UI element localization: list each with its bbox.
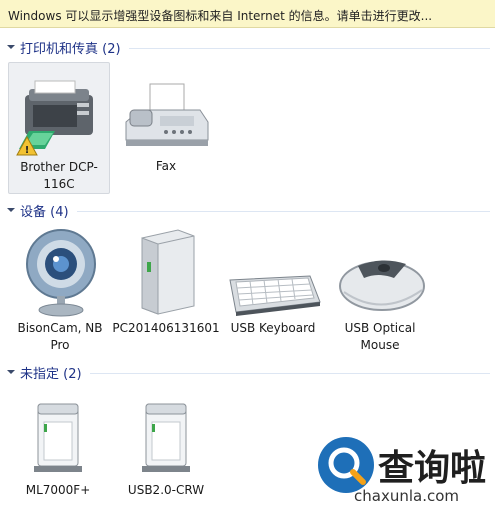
printer-warning-icon: ! [16,80,93,156]
generic-device-icon [142,403,190,472]
device-item-computer[interactable]: PC201406131601 [112,222,220,356]
group-header-printers[interactable]: 打印机和传真 (2) [6,38,490,57]
device-label: USB Optical Mouse [344,321,416,352]
group-header-devices[interactable]: 设备 (4) [6,201,490,220]
collapse-chevron-icon[interactable] [6,205,16,215]
group-divider [76,210,490,212]
device-item-brother-printer[interactable]: ! Brother DCP-116C [8,62,110,194]
generic-device-icon [34,403,82,472]
collapse-chevron-icon[interactable] [6,367,16,377]
device-label: ML7000F+ [25,483,91,497]
collapse-chevron-icon[interactable] [6,42,16,52]
group-header-unspecified[interactable]: 未指定 (2) [6,363,490,382]
device-item-webcam[interactable]: BisonCam, NB Pro [8,222,112,356]
device-label: USB Keyboard [230,321,316,335]
device-label: Brother DCP-116C [20,160,98,191]
group-divider [89,372,490,374]
group-title-devices: 设备 (4) [20,204,69,220]
device-label: BisonCam, NB Pro [17,321,103,352]
webcam-icon [26,229,96,317]
watermark-url: chaxunla.com [354,487,459,505]
computer-tower-icon [141,229,195,315]
svg-text:!: ! [25,145,30,156]
watermark-logo: 查询啦 chaxunla.com [318,437,488,507]
watermark-text: 查询啦 [378,448,487,489]
group-title-printers: 打印机和传真 (2) [20,41,121,57]
device-item-fax[interactable]: Fax [116,62,216,194]
device-item-keyboard[interactable]: USB Keyboard [222,222,324,356]
info-bar[interactable]: Windows 可以显示增强型设备图标和来自 Internet 的信息。请单击进… [0,0,495,28]
device-item-mouse[interactable]: USB Optical Mouse [330,222,430,356]
magnifier-logo-icon [318,437,374,493]
group-divider [128,47,490,49]
mouse-icon [339,260,425,311]
device-item-ml7000f[interactable]: ML7000F+ [8,394,108,504]
keyboard-icon [229,275,321,316]
device-label: Fax [155,159,177,173]
fax-icon [125,83,209,146]
device-item-usb2-crw[interactable]: USB2.0-CRW [116,394,216,504]
device-label: PC201406131601 [112,321,220,335]
device-label: USB2.0-CRW [127,483,205,497]
group-title-unspecified: 未指定 (2) [20,366,82,382]
